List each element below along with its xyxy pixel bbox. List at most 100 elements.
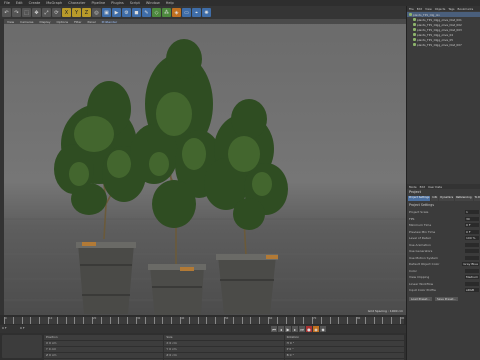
coord-field[interactable]: Y 0 cm — [164, 347, 284, 352]
menu-item-mograph[interactable]: MoGraph — [46, 1, 62, 5]
coord-field[interactable]: X 0 cm — [164, 341, 284, 346]
attr-menu-item[interactable]: User Data — [428, 185, 442, 189]
attr-field-value[interactable]: 30 — [465, 216, 479, 221]
coord-field[interactable]: H 0 ° — [284, 341, 404, 346]
camera-icon[interactable]: ⌖ — [192, 8, 201, 17]
viewport-menu-display[interactable]: Display — [39, 20, 50, 24]
attr-field-value[interactable]: 0 F — [465, 223, 479, 228]
attr-field-value[interactable] — [465, 255, 479, 260]
om-menu-view[interactable]: View — [425, 7, 432, 11]
render-settings-icon[interactable]: ⚙ — [122, 8, 131, 17]
object-name: plants_TP1_Olgg_olive_Dist_007 — [417, 42, 462, 47]
timeline-tick — [347, 317, 349, 324]
attr-field-row: Input Color Profile sRGB — [409, 287, 479, 294]
coord-field[interactable]: X 0 cm — [44, 341, 164, 346]
menu-item-plugins[interactable]: Plugins — [111, 1, 124, 5]
move-icon[interactable]: ✥ — [32, 8, 41, 17]
go-to-start-button[interactable]: ⏮ — [271, 326, 277, 332]
coord-field[interactable]: Z 0 cm — [164, 353, 284, 358]
attr-tab[interactable]: Project Settings — [408, 196, 431, 201]
record-button[interactable]: ● — [306, 326, 312, 332]
object-manager-menu: File Edit View Objects Tags Bookmarks — [407, 6, 480, 11]
attr-field-value[interactable] — [465, 281, 479, 286]
autokey-button[interactable]: ◉ — [313, 326, 319, 332]
viewport-menu-prorender[interactable]: ProRender — [102, 20, 117, 24]
preset-button[interactable]: Load Preset... — [409, 297, 432, 301]
prev-key-button[interactable]: ◂ — [278, 326, 284, 332]
attr-tab[interactable]: Dynamics — [439, 196, 455, 201]
coord-field[interactable]: Z 0 cm — [44, 353, 164, 358]
y-axis-icon[interactable]: Y — [72, 8, 81, 17]
viewport-menu-cameras[interactable]: Cameras — [20, 20, 33, 24]
object-row[interactable]: plants_TP1_Olgg_olive_Dist_007 — [407, 42, 480, 47]
attr-field-value[interactable] — [465, 249, 479, 254]
attr-field-value[interactable]: 0 F — [465, 229, 479, 234]
menu-item-window[interactable]: Window — [146, 1, 160, 5]
attr-field-value[interactable]: Gray Blue — [462, 262, 479, 267]
select-icon[interactable]: ⬚ — [22, 8, 31, 17]
coord-field[interactable]: Y 0 cm — [44, 347, 164, 352]
attr-menu-item[interactable]: Mode — [409, 185, 417, 189]
attr-tab[interactable]: Info — [431, 196, 439, 201]
attributes-section: Project Settings — [409, 203, 434, 207]
timeline-tick — [250, 317, 252, 324]
attr-menu-item[interactable]: Edit — [420, 185, 425, 189]
attr-tab[interactable]: To Do — [473, 196, 480, 201]
viewport-menu-view[interactable]: View — [7, 20, 14, 24]
timeline-tick — [65, 317, 67, 324]
deformer-icon[interactable]: ◈ — [172, 8, 181, 17]
current-frame[interactable]: 0 F — [20, 326, 25, 330]
attr-field-value[interactable] — [465, 242, 479, 247]
om-menu-tags[interactable]: Tags — [448, 7, 454, 11]
pen-icon[interactable]: ✎ — [142, 8, 151, 17]
next-key-button[interactable]: ▸ — [292, 326, 298, 332]
play-button[interactable]: ▶ — [285, 326, 291, 332]
scale-icon[interactable]: ⤢ — [42, 8, 51, 17]
x-axis-icon[interactable]: X — [62, 8, 71, 17]
z-axis-icon[interactable]: Z — [82, 8, 91, 17]
floor-icon[interactable]: ▭ — [182, 8, 191, 17]
undo-icon[interactable]: ↶ — [2, 8, 11, 17]
attr-field-value[interactable] — [465, 268, 479, 273]
menu-item-help[interactable]: Help — [166, 1, 174, 5]
menu-item-character[interactable]: Character — [68, 1, 85, 5]
attr-field-value[interactable]: 1 — [465, 210, 479, 215]
coord-field[interactable]: P 0 ° — [284, 347, 404, 352]
attr-tab[interactable]: Referencing — [455, 196, 473, 201]
timeline-tick — [320, 317, 322, 324]
render-view-icon[interactable]: ▣ — [102, 8, 111, 17]
cube-icon[interactable]: ◼ — [132, 8, 141, 17]
attr-field-value[interactable]: sRGB — [465, 288, 479, 293]
timeline-ruler[interactable]: 0 10 20 30 40 50 60 70 80 90 — [4, 317, 404, 324]
coord-field[interactable]: B 0 ° — [284, 353, 404, 358]
attr-field-value[interactable]: Medium — [465, 275, 479, 280]
menu-item-pipeline[interactable]: Pipeline — [91, 1, 105, 5]
world-icon[interactable]: ◎ — [92, 8, 101, 17]
om-menu-objects[interactable]: Objects — [435, 7, 446, 11]
start-frame[interactable]: 0 F — [2, 326, 7, 330]
array-icon[interactable]: ⁂ — [162, 8, 171, 17]
go-to-end-button[interactable]: ⏭ — [299, 326, 305, 332]
viewport-menu-panel[interactable]: Panel — [88, 20, 96, 24]
viewport-menu-options[interactable]: Options — [57, 20, 69, 24]
light-icon[interactable]: ✺ — [202, 8, 211, 17]
render-icon[interactable]: ▶ — [112, 8, 121, 17]
menu-item-script[interactable]: Script — [130, 1, 140, 5]
timeline-tick — [144, 317, 146, 324]
menu-item-edit[interactable]: Edit — [16, 1, 23, 5]
material-manager[interactable] — [2, 335, 42, 358]
om-menu-edit[interactable]: Edit — [417, 7, 422, 11]
playback-controls: 0 F 0 F ⏮ ◂ ▶ ▸ ⏭ ● ◉ ◆ — [0, 325, 406, 333]
preset-button[interactable]: Save Preset... — [435, 297, 459, 301]
menu-item-file[interactable]: File — [4, 1, 10, 5]
rotate-icon[interactable]: ⟳ — [52, 8, 61, 17]
menu-item-create[interactable]: Create — [29, 1, 41, 5]
attr-field-value[interactable]: 100 % — [465, 236, 479, 241]
redo-icon[interactable]: ↷ — [12, 8, 21, 17]
om-menu-bookmarks[interactable]: Bookmarks — [458, 7, 474, 11]
om-menu-file[interactable]: File — [409, 7, 414, 11]
subdivision-icon[interactable]: ◇ — [152, 8, 161, 17]
3d-viewport[interactable]: View Cameras Display Options Filter Panel ProR… — [4, 19, 406, 315]
keyframe-button[interactable]: ◆ — [320, 326, 326, 332]
viewport-menu-filter[interactable]: Filter — [74, 20, 81, 24]
